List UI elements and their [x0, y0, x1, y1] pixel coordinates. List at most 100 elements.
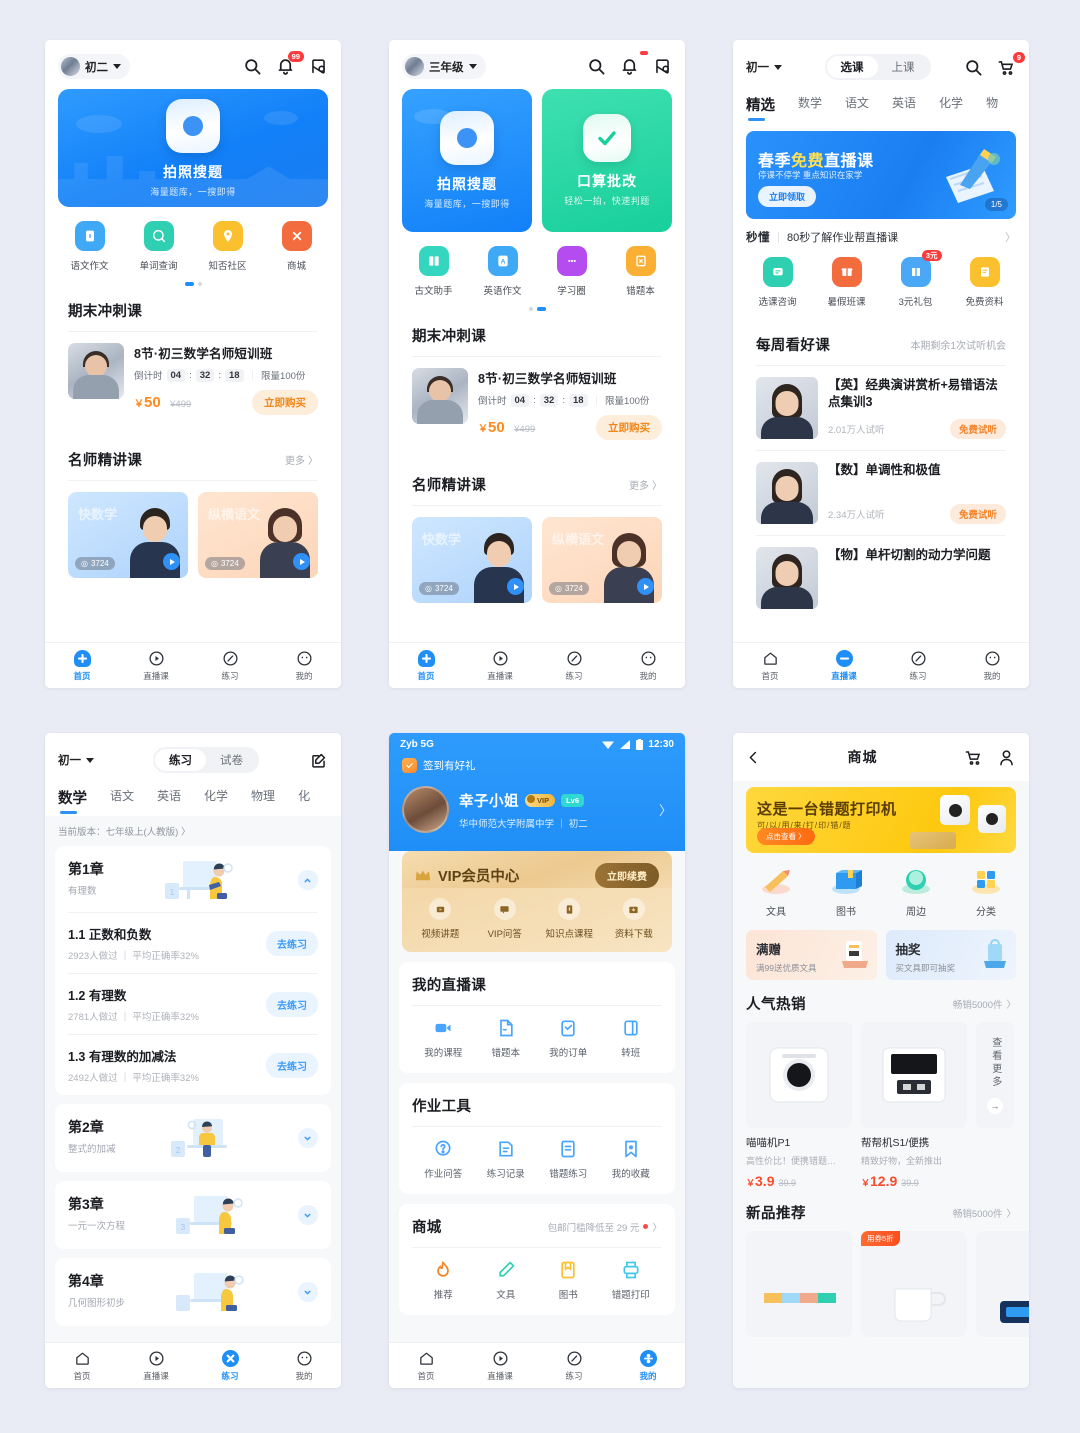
quick-entry[interactable]: 错题本 — [606, 246, 675, 297]
oral-calc-banner[interactable]: 口算批改 轻松一拍，快速判题 — [542, 89, 672, 232]
list-item[interactable]: 【数】单调性和极值 2.34万人试听 免费试听 — [756, 451, 1006, 535]
tab-home[interactable]: 首页 — [45, 1343, 119, 1388]
product-card[interactable]: 帮帮机S1/便携 精致好物，全新推出 ￥12.9 39.9 — [861, 1022, 967, 1189]
grid-entry[interactable]: 转班 — [600, 1018, 663, 1059]
play-icon[interactable] — [507, 578, 524, 595]
subject-tab[interactable]: 化学 — [939, 94, 963, 123]
photo-search-banner[interactable]: 拍照搜题 海量题库，一搜即得 — [58, 89, 328, 207]
segment-practice[interactable]: 练习 — [155, 749, 206, 771]
promo-banner[interactable]: 春季免费直播课 停课不停学 重点知识在家学 立即领取 1/5 — [746, 131, 1016, 219]
teacher-card[interactable]: 快数学 ◎ 3724 — [68, 492, 188, 578]
play-icon[interactable] — [637, 578, 654, 595]
product-card[interactable]: 喵喵机P1 高性价比！便携错题… ￥3.9 39.9 — [746, 1022, 852, 1189]
play-icon[interactable] — [163, 553, 180, 570]
chapter-card[interactable]: 第4章 几何图形初步 — [55, 1258, 331, 1326]
grade-selector[interactable]: 初一 — [746, 56, 791, 78]
subject-tab[interactable]: 化 — [298, 787, 310, 816]
expand-button[interactable] — [297, 1282, 318, 1302]
grid-entry[interactable]: 图书 — [537, 1260, 600, 1301]
grid-entry[interactable]: 推荐 — [412, 1260, 475, 1301]
tab-live[interactable]: 直播课 — [119, 643, 193, 688]
photo-search-banner[interactable]: 拍照搜题 海量题库，一搜即得 — [402, 89, 532, 232]
collapse-button[interactable] — [297, 870, 318, 890]
subject-tab[interactable]: 物 — [986, 94, 998, 123]
quick-entry[interactable]: 选课咨询 — [743, 257, 812, 308]
category-item[interactable]: 周边 — [881, 867, 951, 918]
back-icon[interactable] — [746, 750, 761, 765]
quick-entry[interactable]: 古文助手 — [399, 246, 468, 297]
search-icon[interactable] — [964, 58, 983, 77]
buy-now-button[interactable]: 立即购买 — [596, 415, 662, 440]
mall-note[interactable]: 包邮门槛降低至 29 元〉 — [548, 1220, 662, 1234]
tab-home[interactable]: 首页 — [45, 643, 119, 688]
banner-cta[interactable]: 点击查看 〉 — [757, 828, 815, 845]
vip-entry[interactable]: 资料下载 — [602, 898, 667, 940]
category-item[interactable]: 分类 — [951, 867, 1021, 918]
segment-select-course[interactable]: 选课 — [826, 56, 878, 78]
quick-entry[interactable]: 免费资料 — [950, 257, 1019, 308]
signin-entry[interactable]: 签到有好礼 — [389, 752, 685, 775]
product-card[interactable]: 用券5折 — [861, 1231, 967, 1337]
tab-home[interactable]: 首页 — [389, 643, 463, 688]
subject-tab[interactable]: 物理 — [251, 787, 275, 816]
bell-icon[interactable] — [620, 51, 648, 76]
section-more[interactable]: 畅销5000件〉 — [953, 1206, 1016, 1220]
subject-tab[interactable]: 精选 — [746, 94, 775, 123]
free-trial-button[interactable]: 免费试听 — [949, 504, 1006, 524]
more-link[interactable]: 更多〉 — [285, 452, 318, 467]
gift-promo-card[interactable]: 满赠 满99送优质文具 — [746, 930, 877, 980]
subject-tab[interactable]: 数学 — [58, 787, 87, 816]
buy-now-button[interactable]: 立即购买 — [252, 390, 318, 415]
notice-row[interactable]: 秒懂 80秒了解作业帮直播课 〉 — [746, 229, 1016, 245]
quick-entry[interactable]: 3元 3元礼包 — [881, 250, 950, 308]
teacher-card[interactable]: 快数学 ◎ 3724 — [412, 517, 532, 603]
grade-selector[interactable]: 三年级 — [402, 54, 486, 79]
chapter-card[interactable]: 第3章 一元一次方程 3 — [55, 1181, 331, 1249]
go-practice-button[interactable]: 去练习 — [266, 991, 318, 1017]
category-item[interactable]: 文具 — [741, 867, 811, 918]
tab-live[interactable]: 直播课 — [463, 643, 537, 688]
grid-entry[interactable]: 我的收藏 — [600, 1139, 663, 1180]
list-item[interactable]: 【英】经典演讲赏析+易错语法点集训3 2.01万人试听 免费试听 — [756, 366, 1006, 450]
bell-icon[interactable]: 99 — [276, 51, 304, 76]
edit-icon[interactable] — [309, 751, 328, 770]
user-icon[interactable] — [997, 748, 1016, 767]
grid-entry[interactable]: 练习记录 — [475, 1139, 538, 1180]
tab-mine[interactable]: 我的 — [611, 643, 685, 688]
segment-exam-paper[interactable]: 试卷 — [206, 749, 257, 771]
tab-live[interactable]: 直播课 — [463, 1343, 537, 1388]
subject-tab[interactable]: 语文 — [110, 787, 134, 816]
category-item[interactable]: 图书 — [811, 867, 881, 918]
cart-icon[interactable] — [964, 748, 983, 767]
tab-mine[interactable]: 我的 — [267, 643, 341, 688]
grid-entry[interactable]: 文具 — [475, 1260, 538, 1301]
cart-icon[interactable]: 9 — [997, 51, 1025, 77]
grade-selector[interactable]: 初二 — [58, 54, 130, 79]
grid-entry[interactable]: 作业问答 — [412, 1139, 475, 1180]
quick-entry[interactable]: 暑假班课 — [812, 257, 881, 308]
grid-entry[interactable]: 我的订单 — [537, 1018, 600, 1059]
play-icon[interactable] — [293, 553, 310, 570]
tab-live[interactable]: 直播课 — [119, 1343, 193, 1388]
subject-tab[interactable]: 语文 — [845, 94, 869, 123]
grid-entry[interactable]: 错题练习 — [537, 1139, 600, 1180]
quick-entry[interactable]: 知否社区 — [193, 221, 262, 272]
renew-button[interactable]: 立即续费 — [595, 863, 659, 888]
search-icon[interactable] — [587, 57, 606, 76]
vip-entry[interactable]: 视频讲题 — [408, 898, 473, 940]
history-icon[interactable] — [653, 57, 672, 76]
quick-entry[interactable]: 单词查询 — [124, 221, 193, 272]
tab-mine[interactable]: 我的 — [955, 643, 1029, 688]
history-icon[interactable] — [309, 57, 328, 76]
quick-entry[interactable]: 学习圈 — [537, 246, 606, 297]
expand-button[interactable] — [297, 1205, 318, 1225]
subject-tab[interactable]: 英语 — [157, 787, 181, 816]
quick-entry[interactable]: 语文作文 — [55, 221, 124, 272]
view-more-button[interactable]: 查看更多 → — [976, 1022, 1014, 1128]
textbook-version[interactable]: 当前版本：七年级上(人教版) 〉 — [45, 816, 341, 846]
quick-entry[interactable]: A 英语作文 — [468, 246, 537, 297]
subject-tab[interactable]: 化学 — [204, 787, 228, 816]
claim-button[interactable]: 立即领取 — [758, 186, 817, 207]
vip-entry[interactable]: 知识点课程 — [537, 898, 602, 940]
tab-practice[interactable]: 练习 — [537, 643, 611, 688]
